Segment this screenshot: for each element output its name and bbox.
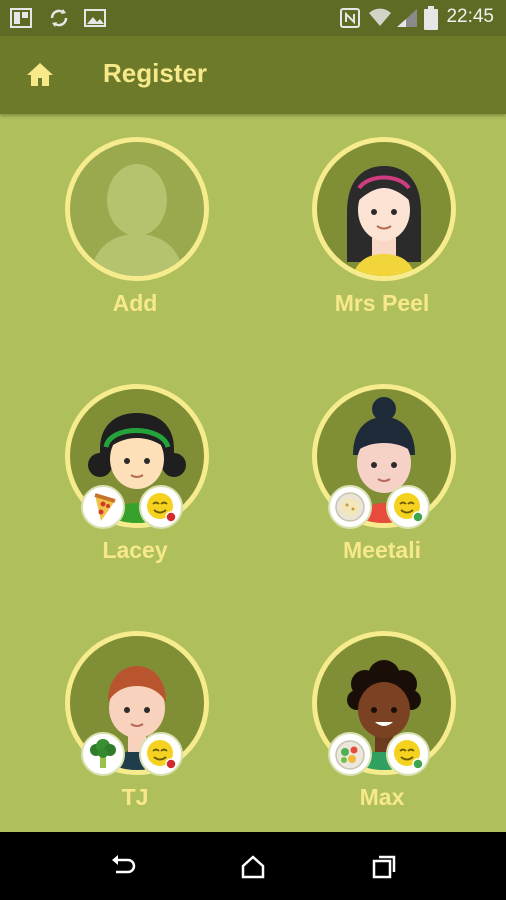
page-title: Register	[103, 58, 208, 88]
food-badge	[328, 485, 372, 529]
home-nav-icon[interactable]	[238, 852, 268, 882]
happy-face-icon	[147, 740, 177, 770]
status-bar: 22:45	[0, 0, 506, 36]
mood-badge	[139, 485, 183, 529]
person-name: Add	[112, 290, 158, 316]
food-badge	[328, 732, 372, 776]
system-nav-bar	[0, 832, 506, 900]
happy-face-icon	[394, 493, 424, 523]
sync-icon	[50, 9, 68, 27]
happy-face-icon	[147, 493, 177, 523]
woman-avatar-icon	[347, 166, 421, 276]
person-tile-mrs-peel[interactable]: Mrs Peel	[282, 114, 482, 316]
home-icon[interactable]	[25, 60, 55, 90]
recents-icon[interactable]	[369, 852, 399, 882]
food-badge	[81, 485, 125, 529]
person-name: TJ	[121, 784, 149, 810]
mood-badge	[386, 485, 430, 529]
nfc-icon	[340, 8, 360, 28]
mood-badge	[139, 732, 183, 776]
add-avatar[interactable]	[65, 137, 209, 281]
battery-icon	[424, 6, 438, 30]
plate-icon	[335, 492, 365, 522]
wifi-icon	[369, 8, 391, 26]
status-time: 22:45	[446, 6, 494, 27]
food-badge	[81, 732, 125, 776]
person-tile-tj[interactable]: TJ	[35, 608, 235, 810]
person-silhouette-icon	[90, 164, 184, 276]
person-name: Meetali	[343, 537, 421, 563]
app-bar: Register	[0, 36, 506, 114]
broccoli-icon	[90, 739, 116, 768]
person-name: Mrs Peel	[334, 290, 430, 316]
person-name: Lacey	[102, 537, 168, 563]
add-person-tile[interactable]: Add	[35, 114, 235, 316]
tablet-icon	[10, 8, 32, 28]
person-tile-max[interactable]: Max	[282, 608, 482, 810]
person-tile-lacey[interactable]: Lacey	[35, 361, 235, 563]
back-icon[interactable]	[108, 852, 138, 882]
avatar[interactable]	[312, 137, 456, 281]
person-tile-meetali[interactable]: Meetali	[282, 361, 482, 563]
happy-face-icon	[394, 740, 424, 770]
person-name: Max	[359, 784, 405, 810]
image-icon	[84, 9, 106, 27]
mood-badge	[386, 732, 430, 776]
pizza-icon	[94, 493, 116, 521]
salad-icon	[335, 740, 365, 770]
people-grid: Add Mrs Peel Lacey Meetali TJ Max	[0, 114, 506, 832]
signal-icon	[397, 9, 417, 27]
